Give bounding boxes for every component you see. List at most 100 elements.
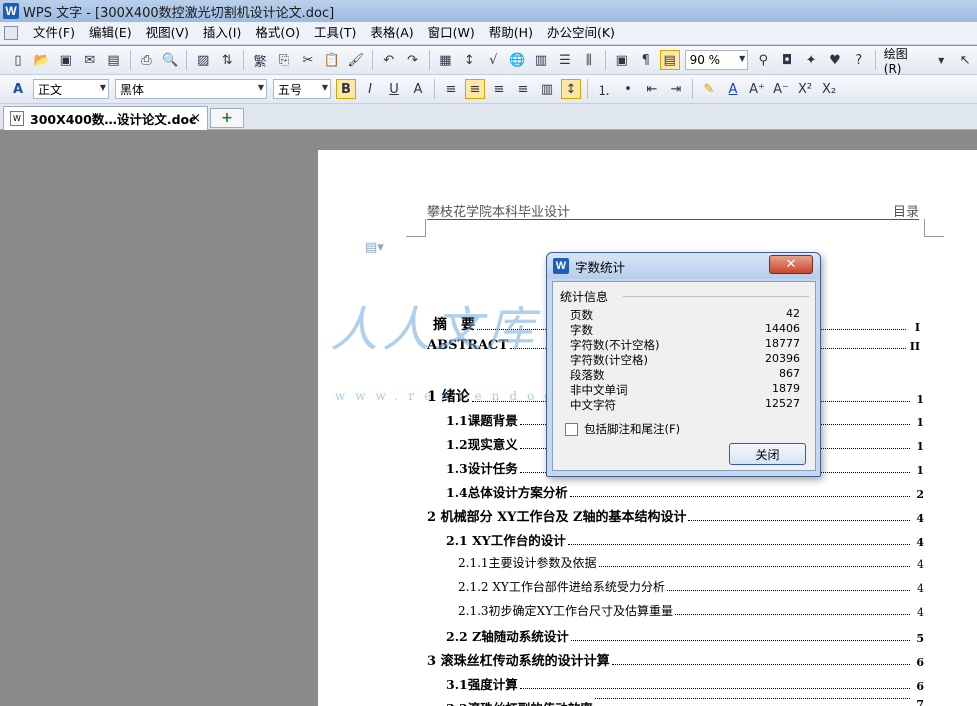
stat-label: 非中文单词 — [570, 383, 628, 397]
underline-icon[interactable]: U — [384, 79, 404, 99]
align-right-icon[interactable]: ≡ — [489, 79, 509, 99]
document-map-icon[interactable]: ▣ — [612, 50, 632, 70]
distributed-icon[interactable]: ▥ — [537, 79, 557, 99]
toc-entry[interactable]: 2 机械部分 XY工作台及 Z轴的基本结构设计 4 — [427, 506, 924, 525]
save-icon[interactable]: ▣ — [56, 50, 76, 70]
menu-table[interactable]: 表格(A) — [363, 22, 420, 44]
help-icon[interactable]: ? — [849, 50, 869, 70]
toc-entry[interactable]: 2.1.3初步确定XY工作台尺寸及估算重量 4 — [458, 602, 924, 619]
font-color-icon[interactable]: A — [723, 79, 743, 99]
chart-icon[interactable]: ⫼ — [579, 50, 599, 70]
toc-entry[interactable]: 3 滚珠丝杠传动系统的设计计算 6 — [427, 650, 924, 669]
gift-icon[interactable]: ✦ — [801, 50, 821, 70]
columns-icon[interactable]: ☰ — [555, 50, 575, 70]
superscript-icon[interactable]: X² — [795, 79, 815, 99]
toc-entry[interactable]: 3.2滚珠丝杠副的传动效率 7 — [446, 698, 924, 706]
print-preview-icon[interactable]: 🔍 — [160, 50, 180, 70]
include-footnotes-checkbox[interactable]: 包括脚注和尾注(F) — [565, 421, 680, 437]
print-icon[interactable]: ⎙ — [137, 50, 157, 70]
toc-entry[interactable]: 3.1强度计算 6 — [446, 674, 924, 693]
toc-entry[interactable]: 2.1.2 XY工作台部件进给系统受力分析 4 — [458, 578, 924, 595]
new-page-icon[interactable]: ▨ — [193, 50, 213, 70]
toc-leader — [567, 544, 910, 545]
table-icon[interactable]: ▥ — [531, 50, 551, 70]
style-combo[interactable]: 正文 ▼ — [33, 79, 109, 99]
dialog-body: 统计信息 页数 42 字数 14406 字符数(不计空格) 18777 字符数(… — [552, 281, 816, 471]
styles-icon[interactable]: A — [8, 79, 28, 99]
dialog-close-icon[interactable]: ✕ — [769, 255, 813, 274]
close-tab-icon[interactable]: × — [190, 111, 201, 126]
checkbox-box[interactable] — [565, 422, 578, 436]
new-document-icon[interactable]: ▯ — [8, 50, 28, 70]
draw-menu-button[interactable]: 绘图(R) — [880, 45, 929, 76]
font-color-dropdown-icon[interactable]: A — [408, 79, 428, 99]
toc-entry[interactable]: 2.2 Z轴随动系统设计 5 — [446, 626, 924, 645]
page-header-left: 攀枝花学院本科毕业设计 — [427, 205, 571, 220]
menu-grip-icon — [4, 26, 18, 40]
copy-icon[interactable]: ⎘ — [274, 50, 294, 70]
page-break-icon[interactable]: ⇅ — [217, 50, 237, 70]
toc-entry[interactable]: 2.1 XY工作台的设计 4 — [446, 530, 924, 549]
close-button[interactable]: 关闭 — [729, 443, 806, 465]
grow-font-icon[interactable]: A⁺ — [747, 79, 767, 99]
highlight-icon[interactable]: ✎ — [699, 79, 719, 99]
template-icon[interactable]: ♥ — [825, 50, 845, 70]
subscript-icon[interactable]: X₂ — [819, 79, 839, 99]
symbol-icon[interactable]: ↕ — [459, 50, 479, 70]
stat-row-paragraphs: 段落数 867 — [570, 367, 800, 383]
menu-office-space[interactable]: 办公空间(K) — [540, 22, 622, 44]
formula-icon[interactable]: √ — [483, 50, 503, 70]
menu-insert[interactable]: 插入(I) — [196, 22, 248, 44]
select-pointer-icon[interactable]: ↖ — [955, 50, 975, 70]
bullet-list-icon[interactable]: • — [618, 79, 638, 99]
traditional-chinese-icon[interactable]: 繁 — [250, 50, 270, 70]
cut-icon[interactable]: ✂ — [298, 50, 318, 70]
menu-help[interactable]: 帮助(H) — [482, 22, 540, 44]
toc-entry[interactable]: 2.1.1主要设计参数及依据 4 — [458, 554, 924, 571]
menu-edit[interactable]: 编辑(E) — [82, 22, 139, 44]
bold-icon[interactable]: B — [336, 79, 356, 99]
new-tab-button[interactable]: + — [210, 108, 244, 128]
format-painter-icon[interactable]: 🖌 — [346, 50, 366, 70]
toolbar-separator — [604, 50, 606, 70]
font-combo[interactable]: 黑体 ▼ — [115, 79, 267, 99]
research-icon[interactable]: ◘ — [777, 50, 797, 70]
stat-label: 字数 — [570, 323, 593, 337]
chevron-down-icon[interactable]: ▼ — [931, 50, 951, 70]
toc-entry[interactable]: 1.4总体设计方案分析 2 — [446, 482, 924, 501]
justify-icon[interactable]: ≡ — [513, 79, 533, 99]
shrink-font-icon[interactable]: A⁻ — [771, 79, 791, 99]
dialog-title-bar[interactable]: W 字数统计 ✕ — [547, 253, 820, 279]
insert-table-icon[interactable]: ▦ — [436, 50, 456, 70]
stat-row-chinese-chars: 中文字符 12527 — [570, 397, 800, 413]
word-count-icon[interactable]: ▤ — [659, 50, 680, 70]
numbered-list-icon[interactable]: ⒈ — [594, 79, 614, 99]
increase-indent-icon[interactable]: ⇥ — [666, 79, 686, 99]
font-size-combo[interactable]: 五号 ▼ — [273, 79, 331, 99]
send-mail-icon[interactable]: ✉ — [80, 50, 100, 70]
menu-window[interactable]: 窗口(W) — [421, 22, 482, 44]
redo-icon[interactable]: ↷ — [403, 50, 423, 70]
align-left-icon[interactable]: ≡ — [441, 79, 461, 99]
toc-page-number: 4 — [917, 558, 924, 571]
menu-file[interactable]: 文件(F) — [26, 22, 82, 44]
paste-icon[interactable]: 📋 — [322, 50, 342, 70]
toc-leader — [569, 496, 910, 497]
zoom-combo[interactable]: 90 % ▼ — [684, 50, 749, 70]
align-center-icon[interactable]: ≡ — [465, 79, 485, 99]
paragraph-options-icon[interactable]: ▤▾ — [365, 240, 384, 255]
menu-view[interactable]: 视图(V) — [139, 22, 196, 44]
decrease-indent-icon[interactable]: ⇤ — [642, 79, 662, 99]
line-spacing-icon[interactable]: ↕ — [561, 79, 581, 99]
export-pdf-icon[interactable]: ▤ — [104, 50, 124, 70]
italic-icon[interactable]: I — [360, 79, 380, 99]
document-tab[interactable]: W 300X400数…设计论文.doc × — [3, 106, 208, 130]
undo-icon[interactable]: ↶ — [379, 50, 399, 70]
binoculars-icon[interactable]: ⚲ — [753, 50, 773, 70]
open-folder-icon[interactable]: 📂 — [32, 50, 52, 70]
show-marks-icon[interactable]: ¶ — [636, 50, 656, 70]
menu-bar: 文件(F) 编辑(E) 视图(V) 插入(I) 格式(O) 工具(T) 表格(A… — [0, 22, 977, 45]
menu-tools[interactable]: 工具(T) — [307, 22, 363, 44]
menu-format[interactable]: 格式(O) — [248, 22, 307, 44]
hyperlink-icon[interactable]: 🌐 — [507, 50, 527, 70]
